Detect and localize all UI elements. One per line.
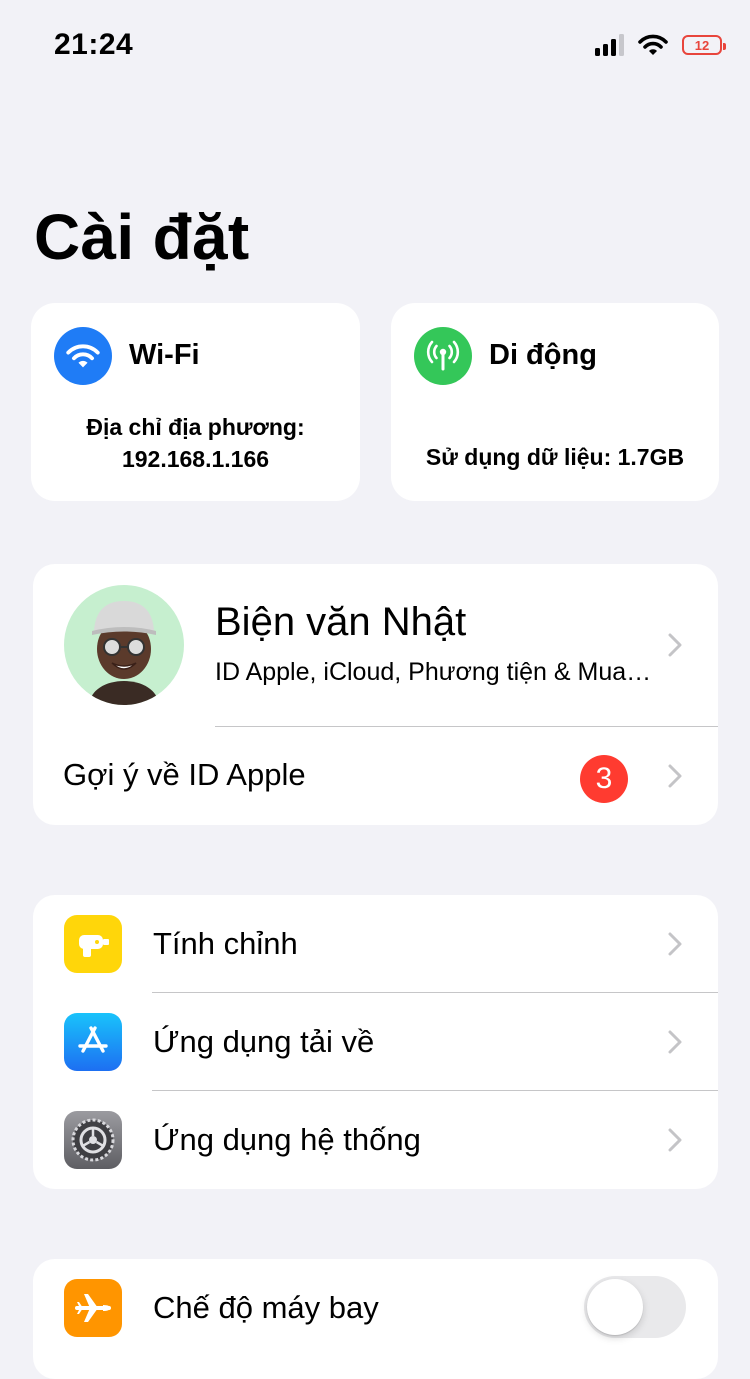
cellular-signal-icon xyxy=(595,34,624,56)
chevron-right-icon xyxy=(668,764,682,788)
settings-row-airplane-mode: Chế độ máy bay xyxy=(33,1259,718,1357)
battery-icon: 12 xyxy=(682,35,726,55)
settings-row-customize[interactable]: Tính chỉnh xyxy=(33,895,718,993)
cellular-card[interactable]: Di động Sử dụng dữ liệu: 1.7GB xyxy=(391,303,719,501)
wifi-icon xyxy=(54,327,112,385)
wifi-card-subtitle-line1: Địa chỉ địa phương: xyxy=(86,414,305,440)
wifi-card-title: Wi-Fi xyxy=(129,339,200,371)
app-store-icon xyxy=(64,1013,122,1071)
settings-gear-icon xyxy=(64,1111,122,1169)
toggle-knob xyxy=(587,1279,643,1335)
airplane-icon xyxy=(64,1279,122,1337)
settings-row-system-apps[interactable]: Ứng dụng hệ thống xyxy=(33,1091,718,1189)
battery-level: 12 xyxy=(694,37,710,53)
profile-group: Biện văn Nhật ID Apple, iCloud, Phương t… xyxy=(33,564,718,825)
wifi-card-subtitle-line2: 192.168.1.166 xyxy=(121,446,270,472)
customize-icon xyxy=(64,915,122,973)
cellular-card-subtitle: Sử dụng dữ liệu: 1.7GB xyxy=(425,444,685,470)
page-title: Cài đặt xyxy=(34,201,250,273)
cellular-card-title: Di động xyxy=(489,339,597,371)
avatar xyxy=(64,585,184,705)
airplane-mode-toggle[interactable] xyxy=(584,1276,686,1338)
profile-row[interactable]: Biện văn Nhật ID Apple, iCloud, Phương t… xyxy=(33,564,718,726)
chevron-right-icon xyxy=(668,1128,682,1152)
chevron-right-icon xyxy=(668,633,682,657)
status-time: 21:24 xyxy=(54,28,134,61)
general-group: Tính chỉnh Ứng dụng tải về Ứng dụng hệ t… xyxy=(33,895,718,1189)
profile-name: Biện văn Nhật xyxy=(215,600,467,644)
chevron-right-icon xyxy=(668,1030,682,1054)
wifi-icon xyxy=(638,34,668,55)
settings-row-label: Ứng dụng hệ thống xyxy=(153,1122,421,1157)
profile-subtitle: ID Apple, iCloud, Phương tiện & Mua hàng xyxy=(215,658,655,686)
network-group: Chế độ máy bay xyxy=(33,1259,718,1379)
settings-row-downloaded-apps[interactable]: Ứng dụng tải về xyxy=(33,993,718,1091)
apple-id-suggestions-row[interactable]: Gợi ý về ID Apple 3 xyxy=(33,727,718,825)
cellular-antenna-icon xyxy=(414,327,472,385)
notification-badge: 3 xyxy=(580,755,628,803)
wifi-card[interactable]: Wi-Fi Địa chỉ địa phương: 192.168.1.166 xyxy=(31,303,360,501)
chevron-right-icon xyxy=(668,932,682,956)
settings-row-label: Chế độ máy bay xyxy=(153,1290,379,1325)
settings-row-label: Tính chỉnh xyxy=(153,926,298,961)
settings-row-label: Ứng dụng tải về xyxy=(153,1024,375,1059)
status-bar: 21:24 12 xyxy=(0,0,750,90)
status-icons: 12 xyxy=(595,34,726,56)
apple-id-suggestions-label: Gợi ý về ID Apple xyxy=(63,757,306,792)
